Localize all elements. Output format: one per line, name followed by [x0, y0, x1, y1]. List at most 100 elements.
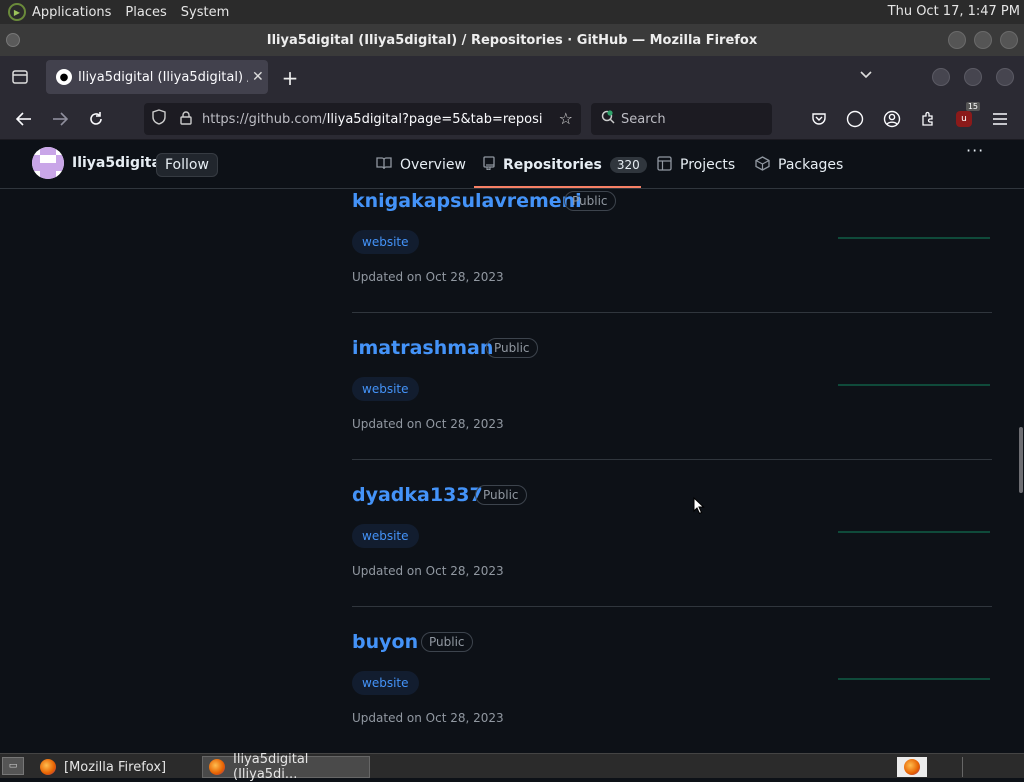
minimize-button[interactable] — [948, 31, 966, 49]
reload-icon[interactable] — [84, 107, 108, 131]
tab-projects-label: Projects — [680, 157, 736, 173]
repo-divider — [352, 606, 992, 607]
avatar[interactable] — [32, 147, 64, 179]
tabstrip-minimize-button[interactable] — [932, 68, 950, 86]
tab-overview[interactable]: Overview — [376, 153, 466, 177]
close-tab-icon[interactable]: ✕ — [252, 69, 264, 85]
visibility-badge: Public — [486, 338, 538, 358]
repo-divider — [352, 459, 992, 460]
url-bar[interactable]: https://github.com/Iliya5digital?page=5&… — [144, 103, 581, 135]
firefox-icon — [904, 759, 920, 775]
package-icon — [755, 155, 770, 175]
firefox-view-icon[interactable] — [10, 67, 30, 87]
username[interactable]: Iliya5digital — [72, 155, 166, 171]
desktop-taskbar: ▭ [Mozilla Firefox] Iliya5digital (Iliya… — [0, 752, 1024, 782]
topic-tag[interactable]: website — [352, 230, 419, 254]
firefox-icon — [209, 759, 225, 775]
tabstrip-close-button[interactable] — [996, 68, 1014, 86]
page-scrollbar[interactable] — [1019, 427, 1023, 493]
repo-name-link[interactable]: dyadka1337 — [352, 484, 483, 506]
tabstrip-maximize-button[interactable] — [964, 68, 982, 86]
ublock-origin-icon[interactable]: u 15 — [952, 102, 980, 131]
repo-name-link[interactable]: knigakapsulavremeni — [352, 190, 582, 212]
tab-strip: ● Iliya5digital (Iliya5digital) / R ✕ + — [0, 56, 1024, 98]
github-profile-header: Iliya5digital Follow Overview Repositori… — [0, 141, 1024, 189]
ublock-shield: u 15 — [956, 102, 980, 127]
book-icon — [376, 156, 392, 174]
taskbar-item-firefox[interactable]: [Mozilla Firefox] — [34, 756, 196, 778]
taskbar-item-github[interactable]: Iliya5digital (Iliya5di... — [202, 752, 370, 782]
tray-firefox-icon[interactable] — [897, 757, 927, 777]
account-circle-icon[interactable] — [843, 107, 867, 131]
pocket-icon[interactable] — [807, 107, 831, 131]
topic-tag[interactable]: website — [352, 524, 419, 548]
menu-applications[interactable]: Applications — [32, 5, 111, 20]
topic-tag[interactable]: website — [352, 377, 419, 401]
more-options-icon[interactable]: ··· — [966, 141, 984, 160]
maximize-button[interactable] — [974, 31, 992, 49]
search-placeholder: Search — [621, 111, 666, 127]
tabstrip-window-controls — [932, 68, 1014, 86]
visibility-badge: Public — [421, 632, 473, 652]
search-icon — [601, 110, 615, 128]
tab-repositories[interactable]: Repositories 320 — [483, 153, 647, 177]
url-prefix: https://github.com/ — [202, 111, 327, 127]
window-titlebar[interactable]: Iliya5digital (Iliya5digital) / Reposito… — [0, 24, 1024, 56]
tracking-protection-shield-icon[interactable] — [152, 109, 166, 129]
firefox-icon — [40, 759, 56, 775]
updated-text: Updated on Oct 28, 2023 — [352, 711, 504, 725]
extensions-puzzle-icon[interactable] — [916, 107, 940, 131]
menu-places[interactable]: Places — [125, 5, 166, 20]
bookmark-star-icon[interactable]: ☆ — [559, 109, 573, 128]
browser-tab-active[interactable]: ● Iliya5digital (Iliya5digital) / R ✕ — [46, 60, 268, 94]
hamburger-menu-icon[interactable] — [988, 107, 1012, 131]
updated-text: Updated on Oct 28, 2023 — [352, 564, 504, 578]
repositories-count-badge: 320 — [609, 157, 647, 173]
profile-icon[interactable] — [880, 107, 904, 131]
tab-packages-label: Packages — [778, 157, 844, 173]
new-tab-icon[interactable]: + — [280, 66, 300, 90]
visibility-badge: Public — [564, 191, 616, 211]
activity-sparkline — [838, 384, 990, 386]
forward-arrow-icon[interactable] — [48, 107, 72, 131]
tab-projects[interactable]: Projects — [657, 153, 735, 177]
topic-tag[interactable]: website — [352, 671, 419, 695]
repo-item: imatrashman Public website Updated on Oc… — [352, 336, 992, 483]
clock[interactable]: Thu Oct 17, 1:47 PM — [888, 4, 1020, 19]
activity-sparkline — [838, 531, 990, 533]
list-all-tabs-icon[interactable] — [860, 68, 872, 83]
window-title: Iliya5digital (Iliya5digital) / Reposito… — [266, 32, 758, 48]
taskbar-item-label: [Mozilla Firefox] — [64, 759, 167, 775]
updated-text: Updated on Oct 28, 2023 — [352, 270, 504, 284]
repo-name-link[interactable]: buyon — [352, 631, 418, 653]
search-bar[interactable]: Search — [591, 103, 772, 135]
repo-item: knigakapsulavremeni Public website Updat… — [352, 189, 992, 336]
active-tab-underline — [474, 186, 641, 188]
lock-icon[interactable] — [180, 110, 192, 128]
url-path: Iliya5digital?page=5&tab=repositor — [326, 111, 542, 127]
show-desktop-icon[interactable]: ▭ — [2, 757, 24, 775]
visibility-badge: Public — [475, 485, 527, 505]
desktop-top-panel: ▶ Applications Places System Thu Oct 17,… — [0, 0, 1024, 24]
table-icon — [657, 155, 672, 175]
repo-item: buyon Public website Updated on Oct 28, … — [352, 630, 992, 753]
window-controls — [948, 31, 1018, 49]
activity-sparkline — [838, 237, 990, 239]
repo-name-link[interactable]: imatrashman — [352, 337, 493, 359]
repo-divider — [352, 312, 992, 313]
mouse-cursor-icon — [693, 496, 705, 519]
updated-text: Updated on Oct 28, 2023 — [352, 417, 504, 431]
github-favicon-icon: ● — [56, 69, 72, 85]
tab-packages[interactable]: Packages — [755, 153, 843, 177]
tab-repositories-label: Repositories — [503, 157, 602, 173]
tab-overview-label: Overview — [400, 157, 466, 173]
ublock-badge: 15 — [965, 102, 980, 111]
applications-icon[interactable]: ▶ — [8, 3, 26, 21]
close-window-button[interactable] — [1000, 31, 1018, 49]
url-text[interactable]: https://github.com/Iliya5digital?page=5&… — [202, 112, 542, 127]
navigation-toolbar: https://github.com/Iliya5digital?page=5&… — [0, 98, 1024, 140]
back-arrow-icon[interactable] — [12, 107, 36, 131]
menu-system[interactable]: System — [181, 5, 229, 20]
window-menu-icon[interactable] — [6, 33, 20, 47]
follow-button[interactable]: Follow — [156, 153, 218, 177]
